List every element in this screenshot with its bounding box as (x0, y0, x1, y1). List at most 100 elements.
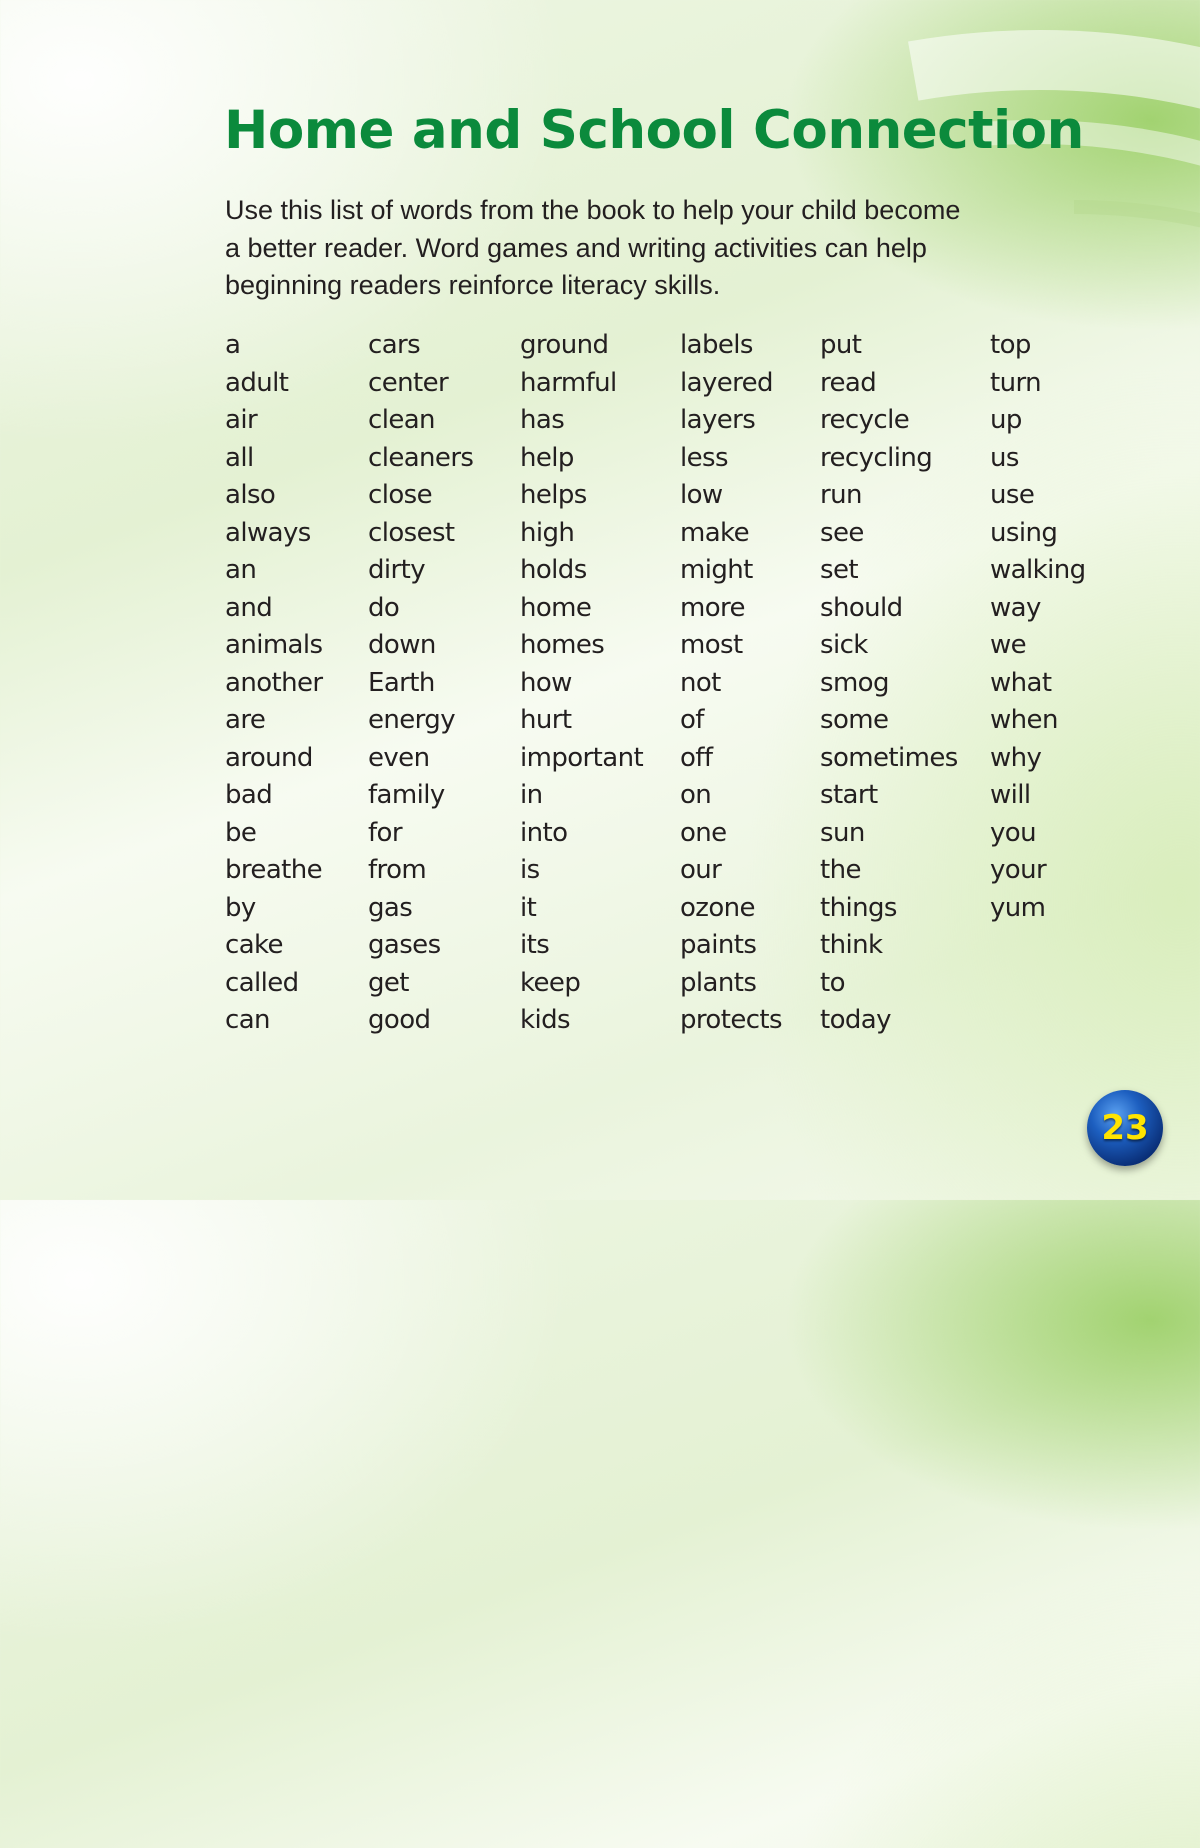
vocabulary-word: off (680, 742, 713, 773)
vocabulary-word: layers (680, 405, 756, 435)
vocabulary-word: it (520, 892, 537, 923)
vocabulary-word: one (680, 817, 727, 848)
vocabulary-word: down (368, 630, 436, 660)
vocabulary-word: homes (520, 630, 605, 660)
vocabulary-word: some (820, 705, 889, 735)
vocabulary-word: bad (225, 780, 273, 810)
vocabulary-word: energy (368, 705, 456, 735)
intro-line: beginning readers reinforce literacy ski… (225, 270, 721, 300)
vocabulary-word: home (520, 592, 592, 623)
vocabulary-word: important (520, 742, 644, 773)
vocabulary-word: its (520, 930, 550, 960)
vocabulary-word: dirty (368, 555, 426, 585)
vocabulary-word: you (990, 817, 1037, 848)
vocabulary-word: layered (680, 367, 774, 398)
vocabulary-word: sometimes (820, 742, 958, 773)
vocabulary-word: will (990, 780, 1031, 810)
vocabulary-word: family (368, 780, 445, 810)
vocabulary-word: hurt (520, 705, 572, 735)
vocabulary-word: even (368, 742, 430, 773)
vocabulary-word: we (990, 630, 1027, 660)
vocabulary-word: ozone (680, 892, 756, 923)
vocabulary-word: gases (368, 930, 441, 960)
vocabulary-word: cleaners (368, 442, 474, 473)
vocabulary-word: top (990, 330, 1031, 360)
vocabulary-word: animals (225, 630, 323, 660)
vocabulary-word: why (990, 742, 1042, 773)
word-column: a adult air all also always an and animals anothe… (225, 327, 323, 1040)
vocabulary-word: around (225, 742, 313, 773)
vocabulary-word: to (820, 967, 846, 998)
intro-paragraph: Use this list of words from the book to … (225, 192, 1005, 305)
vocabulary-word: run (820, 480, 862, 510)
word-column: put read recycle recycling run see set should si… (820, 327, 958, 1040)
vocabulary-word: things (820, 892, 897, 923)
vocabulary-word: should (820, 592, 903, 623)
vocabulary-word: air (225, 405, 258, 435)
vocabulary-word: helps (520, 480, 587, 510)
vocabulary-word: center (368, 367, 449, 398)
vocabulary-word: kids (520, 1005, 571, 1035)
vocabulary-word: for (368, 817, 403, 848)
vocabulary-word: closest (368, 517, 455, 548)
vocabulary-word: also (225, 480, 276, 510)
vocabulary-word: start (820, 780, 878, 810)
vocabulary-word: using (990, 517, 1058, 548)
vocabulary-word: walking (990, 555, 1086, 585)
vocabulary-word: can (225, 1005, 271, 1035)
vocabulary-word: holds (520, 555, 587, 585)
vocabulary-word: is (520, 855, 540, 885)
vocabulary-word: and (225, 592, 273, 623)
vocabulary-word: make (680, 517, 750, 548)
vocabulary-word: clean (368, 405, 436, 435)
vocabulary-word: by (225, 892, 256, 923)
vocabulary-word: low (680, 480, 723, 510)
vocabulary-word: keep (520, 967, 581, 998)
vocabulary-word: read (820, 367, 877, 398)
vocabulary-word: help (520, 442, 574, 473)
vocabulary-word: more (680, 592, 746, 623)
vocabulary-word: into (520, 817, 568, 848)
word-column: ground harmful has help helps high holds home ho… (520, 327, 644, 1040)
vocabulary-word: be (225, 817, 257, 848)
page-number: 23 (1101, 1108, 1149, 1148)
intro-line: Use this list of words from the book to … (225, 195, 961, 225)
vocabulary-word: set (820, 555, 859, 585)
page-number-badge: 23 (1087, 1090, 1163, 1166)
vocabulary-word: the (820, 855, 861, 885)
vocabulary-word: our (680, 855, 722, 885)
vocabulary-word: an (225, 555, 257, 585)
vocabulary-word: put (820, 330, 862, 360)
vocabulary-word: on (680, 780, 712, 810)
vocabulary-word: us (990, 442, 1019, 473)
vocabulary-word: a (225, 330, 241, 360)
vocabulary-word: close (368, 480, 433, 510)
vocabulary-word: up (990, 405, 1022, 435)
vocabulary-word: of (680, 705, 704, 735)
vocabulary-word: your (990, 855, 1047, 885)
word-column: labels layered layers less low make might more m… (680, 327, 783, 1040)
vocabulary-word: another (225, 667, 323, 698)
vocabulary-word: from (368, 855, 427, 885)
vocabulary-word: Earth (368, 667, 435, 698)
vocabulary-word: turn (990, 367, 1042, 398)
vocabulary-word: way (990, 592, 1041, 623)
page-title: Home and School Connection (224, 100, 1084, 161)
vocabulary-word: think (820, 930, 883, 960)
intro-line: a better reader. Word games and writing … (225, 232, 927, 263)
vocabulary-word: protects (680, 1005, 783, 1035)
vocabulary-word: what (990, 667, 1052, 698)
vocabulary-word: are (225, 705, 266, 735)
vocabulary-word: adult (225, 367, 289, 398)
vocabulary-word: labels (680, 330, 753, 360)
vocabulary-word: yum (990, 892, 1046, 923)
vocabulary-word: harmful (520, 367, 617, 398)
vocabulary-word: not (680, 667, 721, 698)
vocabulary-word: smog (820, 667, 889, 698)
vocabulary-word: has (520, 405, 565, 435)
vocabulary-word: ground (520, 330, 609, 360)
vocabulary-word: called (225, 967, 299, 998)
vocabulary-word: plants (680, 967, 757, 998)
vocabulary-word: less (680, 442, 729, 473)
vocabulary-word: recycle (820, 405, 910, 435)
